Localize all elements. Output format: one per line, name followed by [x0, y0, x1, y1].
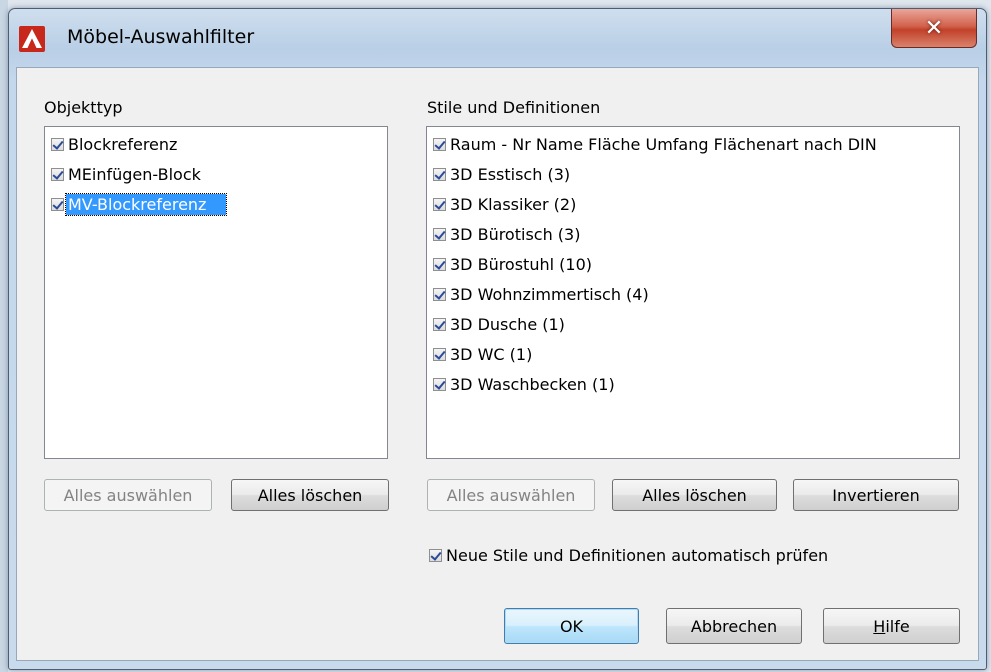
list-item[interactable]: 3D Klassiker (2) — [433, 191, 578, 217]
checkbox[interactable] — [433, 197, 446, 211]
auto-check-label: Neue Stile und Definitionen automatisch … — [446, 546, 829, 565]
list-item[interactable]: 3D Waschbecken (1) — [433, 371, 617, 397]
objekttyp-list[interactable]: Blockreferenz MEinfügen-Block MV-Blockre… — [44, 126, 388, 459]
checkbox[interactable] — [433, 167, 446, 181]
close-icon: ✕ — [924, 15, 944, 41]
objekttyp-heading: Objekttyp — [44, 98, 123, 117]
checkbox[interactable] — [433, 137, 446, 151]
help-button[interactable]: Hilfe — [823, 608, 960, 644]
close-button[interactable]: ✕ — [891, 9, 977, 48]
left-clear-all-button[interactable]: Alles löschen — [231, 479, 389, 511]
invert-button[interactable]: Invertieren — [793, 479, 959, 511]
list-item-selected[interactable]: MV-Blockreferenz — [51, 191, 228, 217]
help-mnemonic: H — [873, 616, 886, 636]
list-item[interactable]: 3D Dusche (1) — [433, 311, 567, 337]
checkbox[interactable] — [51, 167, 64, 181]
right-clear-all-button[interactable]: Alles löschen — [612, 479, 777, 511]
ok-button[interactable]: OK — [504, 608, 639, 644]
window-title: Möbel-Auswahlfilter — [67, 26, 255, 48]
checkbox[interactable] — [433, 227, 446, 241]
cancel-button[interactable]: Abbrechen — [666, 608, 802, 644]
desktop-background — [0, 0, 8, 672]
list-item[interactable]: Raum - Nr Name Fläche Umfang Flächenart … — [433, 131, 879, 157]
left-select-all-button[interactable]: Alles auswählen — [44, 479, 212, 511]
dialog-window: Möbel-Auswahlfilter ✕ Objekttyp Blockref… — [8, 8, 987, 670]
checkbox[interactable] — [433, 347, 446, 361]
checkbox[interactable] — [433, 257, 446, 271]
stile-heading: Stile und Definitionen — [427, 98, 601, 117]
checkbox[interactable] — [433, 287, 446, 301]
checkbox[interactable] — [51, 137, 64, 151]
checkbox[interactable] — [433, 377, 446, 391]
list-item[interactable]: 3D Bürotisch (3) — [433, 221, 582, 247]
checkbox[interactable] — [51, 197, 64, 211]
list-item[interactable]: MEinfügen-Block — [51, 161, 203, 187]
dialog-client-area: Objekttyp Blockreferenz MEinfügen-Block … — [16, 67, 979, 661]
list-item[interactable]: Blockreferenz — [51, 131, 179, 157]
list-item[interactable]: 3D Wohnzimmertisch (4) — [433, 281, 651, 307]
auto-check-row[interactable]: Neue Stile und Definitionen automatisch … — [429, 546, 828, 565]
autocad-a-icon — [19, 26, 45, 52]
auto-check-checkbox[interactable] — [429, 549, 442, 562]
checkbox[interactable] — [433, 317, 446, 331]
list-item[interactable]: 3D Esstisch (3) — [433, 161, 572, 187]
help-label-rest: ilfe — [885, 616, 910, 636]
title-bar[interactable]: Möbel-Auswahlfilter ✕ — [9, 9, 986, 67]
stile-list[interactable]: Raum - Nr Name Fläche Umfang Flächenart … — [426, 126, 960, 459]
list-item[interactable]: 3D Bürostuhl (10) — [433, 251, 594, 277]
list-item[interactable]: 3D WC (1) — [433, 341, 534, 367]
right-select-all-button[interactable]: Alles auswählen — [427, 479, 595, 511]
